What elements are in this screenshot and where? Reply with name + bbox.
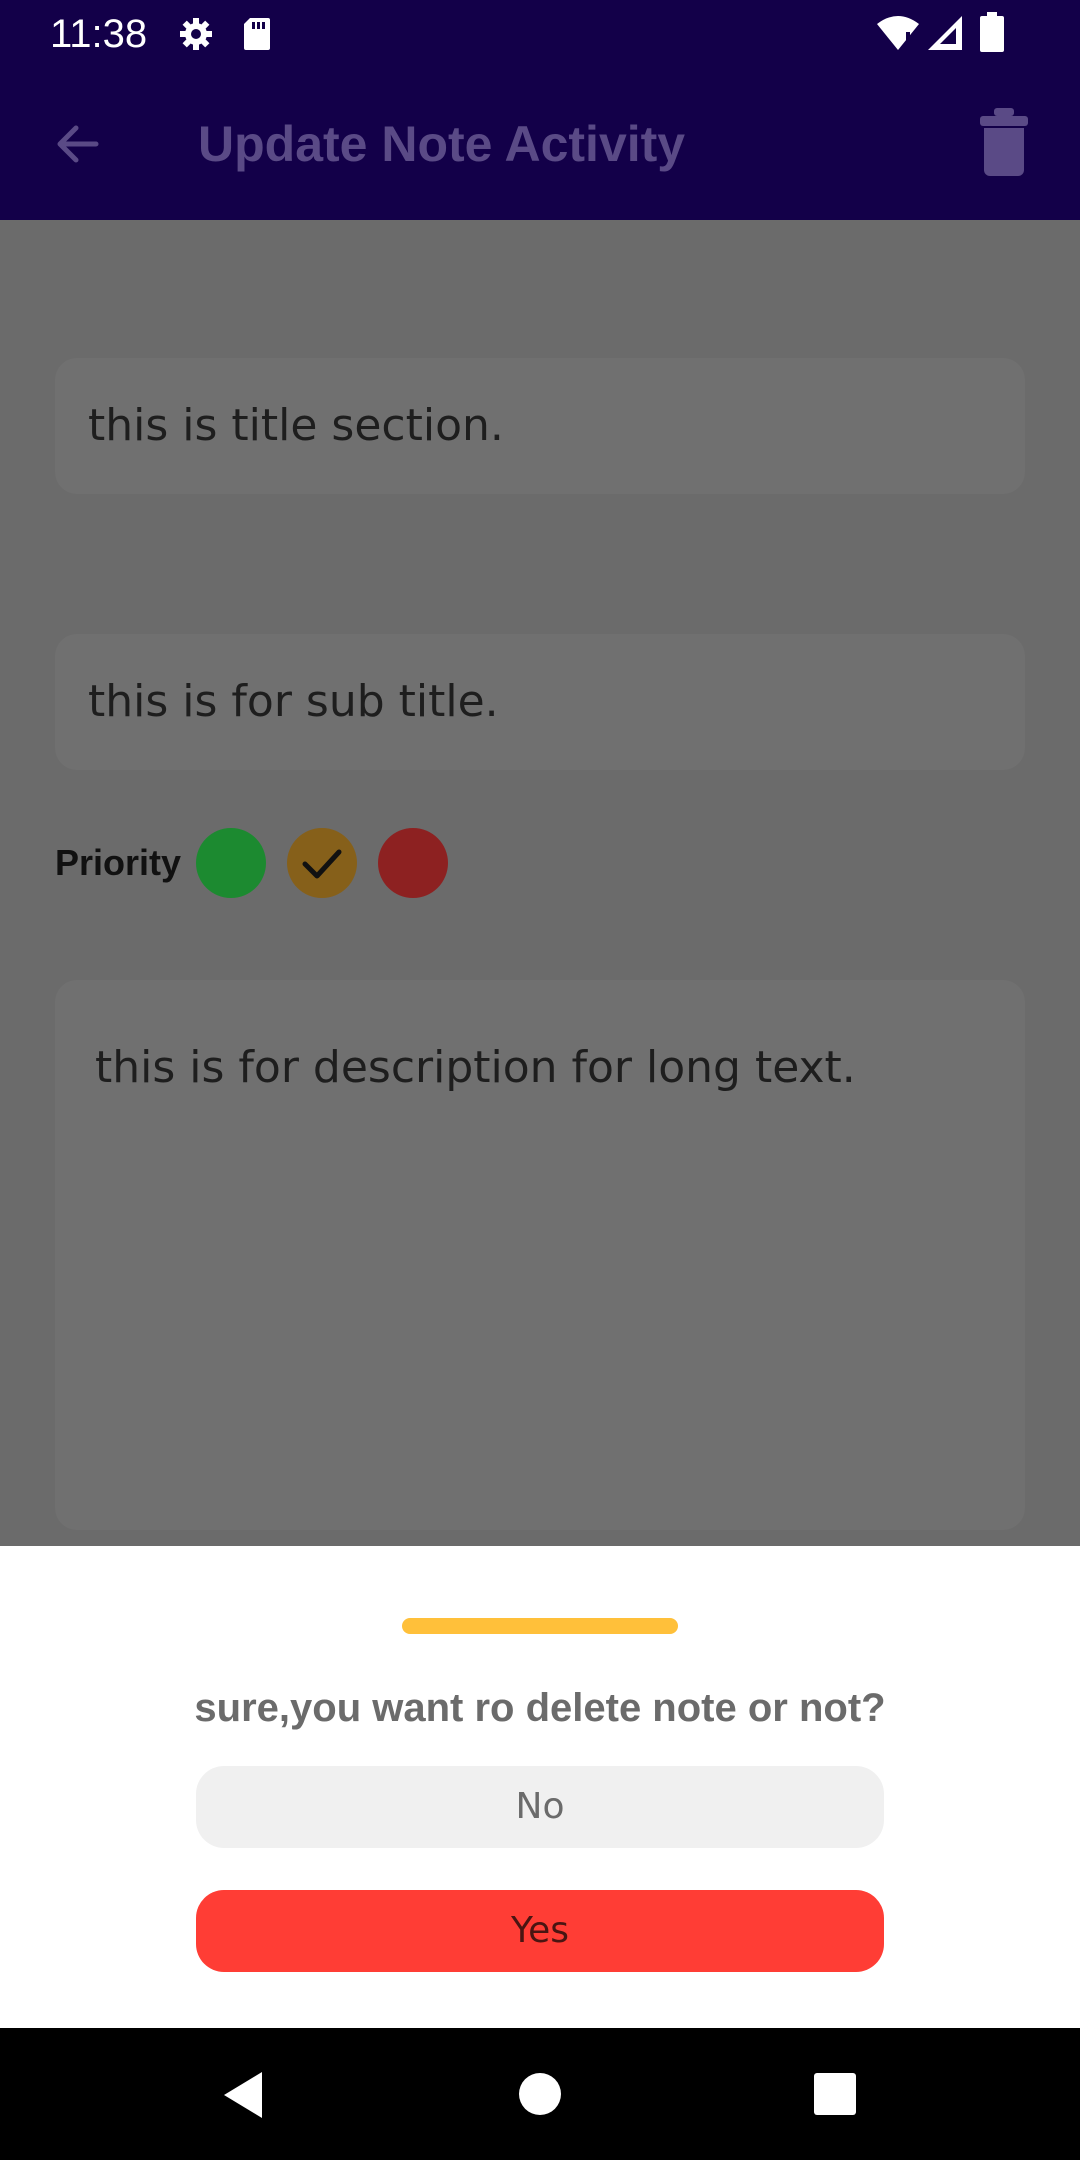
delete-question: sure,you want ro delete note or not?: [194, 1686, 886, 1730]
description-field[interactable]: this is for description for long text.: [55, 980, 1025, 1530]
home-circle-icon[interactable]: [518, 2072, 562, 2116]
trash-icon[interactable]: [978, 108, 1030, 176]
description-field-text: this is for description for long text.: [95, 1042, 856, 1093]
status-time: 11:38: [50, 12, 148, 56]
priority-red[interactable]: [378, 828, 448, 898]
settings-icon: [180, 18, 212, 50]
back-triangle-icon[interactable]: [222, 2070, 266, 2120]
sheet-handle[interactable]: [402, 1618, 678, 1634]
delete-confirm-sheet: sure,you want ro delete note or not? No …: [0, 1546, 1080, 2028]
page-title: Update Note Activity: [198, 116, 686, 172]
recents-square-icon[interactable]: [813, 2072, 857, 2116]
cell-signal-icon: [928, 16, 962, 50]
priority-green[interactable]: [196, 828, 266, 898]
battery-icon: [980, 12, 1004, 52]
wifi-icon: [877, 16, 919, 50]
app-bar: Update Note Activity: [0, 68, 1080, 220]
status-bar: 11:38: [0, 0, 1080, 68]
system-nav-bar: [0, 2028, 1080, 2160]
title-field[interactable]: this is title section.: [55, 358, 1025, 494]
arrow-back-icon[interactable]: [50, 116, 106, 172]
sd-card-icon: [244, 18, 270, 50]
yes-button[interactable]: Yes: [196, 1890, 884, 1972]
priority-yellow[interactable]: [287, 828, 357, 898]
no-button[interactable]: No: [196, 1766, 884, 1848]
title-field-text: this is title section.: [88, 400, 504, 451]
subtitle-field-text: this is for sub title.: [88, 676, 499, 727]
check-icon: [302, 849, 342, 879]
priority-label: Priority: [55, 842, 182, 883]
subtitle-field[interactable]: this is for sub title.: [55, 634, 1025, 770]
